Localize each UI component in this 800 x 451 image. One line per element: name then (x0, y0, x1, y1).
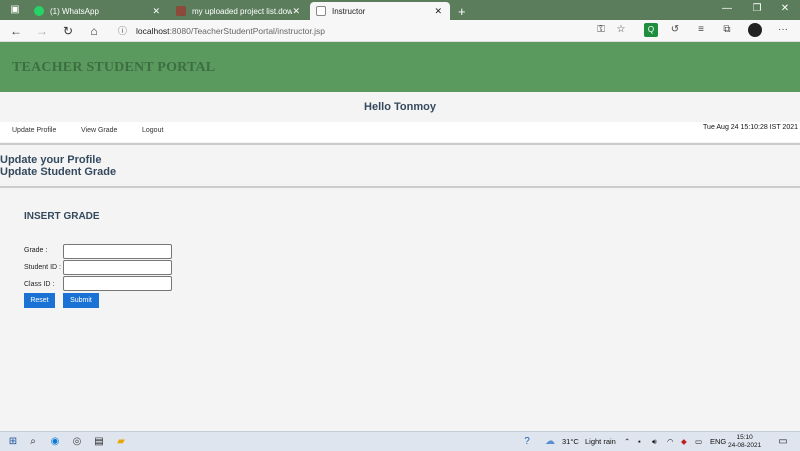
divider (0, 186, 800, 188)
class-id-input[interactable] (63, 276, 172, 291)
url-path: :8080/TeacherStudentPortal/instructor.js… (169, 26, 326, 36)
close-icon[interactable]: ✕ (152, 6, 160, 17)
menu-logout[interactable]: Logout (142, 127, 163, 134)
current-datetime: Tue Aug 24 15:10:28 IST 2021 (703, 124, 798, 131)
battery-icon[interactable]: ▭ (695, 437, 702, 446)
grade-input[interactable] (63, 244, 172, 259)
student-id-label: Student ID : (24, 264, 61, 271)
file-explorer-icon[interactable]: ▰ (114, 435, 128, 449)
key-icon[interactable]: ⚿ (594, 23, 608, 37)
link-update-grade[interactable]: Update Student Grade (0, 166, 116, 178)
class-id-label: Class ID : (24, 281, 55, 288)
whatsapp-icon (34, 6, 44, 16)
greeting: Hello Tonmoy (364, 101, 436, 113)
tab-project-list[interactable]: my uploaded project list.downlo ✕ (170, 2, 308, 20)
refresh-extension-icon[interactable]: ↺ (668, 23, 682, 37)
menu-view-grade[interactable]: View Grade (81, 127, 117, 134)
weather-temp[interactable]: 31°C (562, 437, 579, 446)
url-field[interactable]: ⓘ localhost:8080/TeacherStudentPortal/in… (112, 24, 632, 38)
windows-taskbar: ⊞ ⌕ ◉ ◎ ▤ ▰ ? ☁ 31°C Light rain ⌃ ▪ 🔊︎ ◠… (0, 431, 800, 451)
url-host: localhost (136, 26, 170, 36)
forward-button[interactable]: → (34, 23, 50, 39)
address-bar-row: ← → ↻ ⌂ ⓘ localhost:8080/TeacherStudentP… (0, 20, 800, 42)
page-icon (316, 6, 326, 16)
collections-icon[interactable]: ⧉ (720, 23, 734, 37)
tab-whatsapp[interactable]: (1) WhatsApp ✕ (28, 2, 168, 20)
new-tab-button[interactable]: + (452, 2, 470, 20)
tray-app-icon[interactable]: ▪ (638, 437, 641, 446)
close-icon[interactable]: ✕ (292, 6, 300, 17)
top-menu: Update Profile View Grade Logout Tue Aug… (0, 122, 800, 142)
notifications-icon[interactable]: ▭ (776, 435, 790, 449)
clock-time: 15:10 (736, 434, 753, 441)
weather-icon[interactable]: ☁ (543, 435, 557, 449)
tray-chevron-icon[interactable]: ⌃ (624, 437, 630, 446)
window-close-button[interactable]: ✕ (770, 0, 800, 20)
back-button[interactable]: ← (8, 23, 24, 39)
student-id-input[interactable] (63, 260, 172, 275)
grade-label: Grade : (24, 247, 48, 254)
reload-button[interactable]: ↻ (60, 23, 76, 39)
search-icon[interactable]: ⌕ (26, 435, 40, 449)
portal-banner: TEACHER STUDENT PORTAL (0, 42, 800, 92)
windows-start-icon[interactable]: ⊞ (6, 435, 20, 449)
divider (0, 143, 800, 145)
extension-q-icon[interactable]: Q (644, 23, 658, 37)
help-icon[interactable]: ? (520, 435, 534, 449)
page-favicon-icon (176, 6, 186, 16)
restore-button[interactable]: ❐ (742, 0, 772, 20)
clock[interactable]: 15:10 24-08-2021 (728, 434, 761, 450)
edge-browser-icon[interactable]: ◉ (48, 435, 62, 449)
favorites-icon[interactable]: ≡ (694, 23, 708, 37)
menu-update-profile[interactable]: Update Profile (12, 127, 56, 134)
language-indicator[interactable]: ENG (710, 437, 726, 446)
terminal-icon[interactable]: ▤ (92, 435, 106, 449)
link-update-profile[interactable]: Update your Profile (0, 154, 116, 166)
site-info-icon[interactable]: ⓘ (118, 24, 127, 38)
tab-label: Instructor (332, 6, 366, 16)
submit-button[interactable]: Submit (63, 293, 99, 308)
tab-instructor[interactable]: Instructor ✕ (310, 2, 450, 20)
minimize-button[interactable]: — (712, 0, 742, 20)
app-icon[interactable]: ◎ (70, 435, 84, 449)
browser-tab-bar: ▣ (1) WhatsApp ✕ my uploaded project lis… (0, 0, 800, 20)
volume-icon[interactable]: 🔊︎ (652, 437, 657, 447)
reset-button[interactable]: Reset (24, 293, 55, 308)
tray-app-icon[interactable]: ◆ (681, 437, 687, 446)
tab-actions-icon[interactable]: ▣ (8, 3, 22, 17)
clock-date: 24-08-2021 (728, 442, 762, 449)
weather-text[interactable]: Light rain (585, 437, 616, 446)
favorite-star-icon[interactable]: ☆ (614, 23, 628, 37)
close-icon[interactable]: ✕ (434, 6, 442, 17)
wifi-icon[interactable]: ◠ (667, 437, 674, 446)
tab-label: (1) WhatsApp (50, 6, 99, 16)
tab-label: my uploaded project list.downlo (192, 6, 292, 16)
profile-avatar[interactable] (748, 23, 762, 37)
banner-title: TEACHER STUDENT PORTAL (12, 60, 216, 75)
more-menu-icon[interactable]: ··· (776, 23, 790, 37)
home-button[interactable]: ⌂ (86, 23, 102, 39)
side-links: Update your Profile Update Student Grade (0, 154, 116, 178)
form-heading: INSERT GRADE (24, 211, 100, 222)
